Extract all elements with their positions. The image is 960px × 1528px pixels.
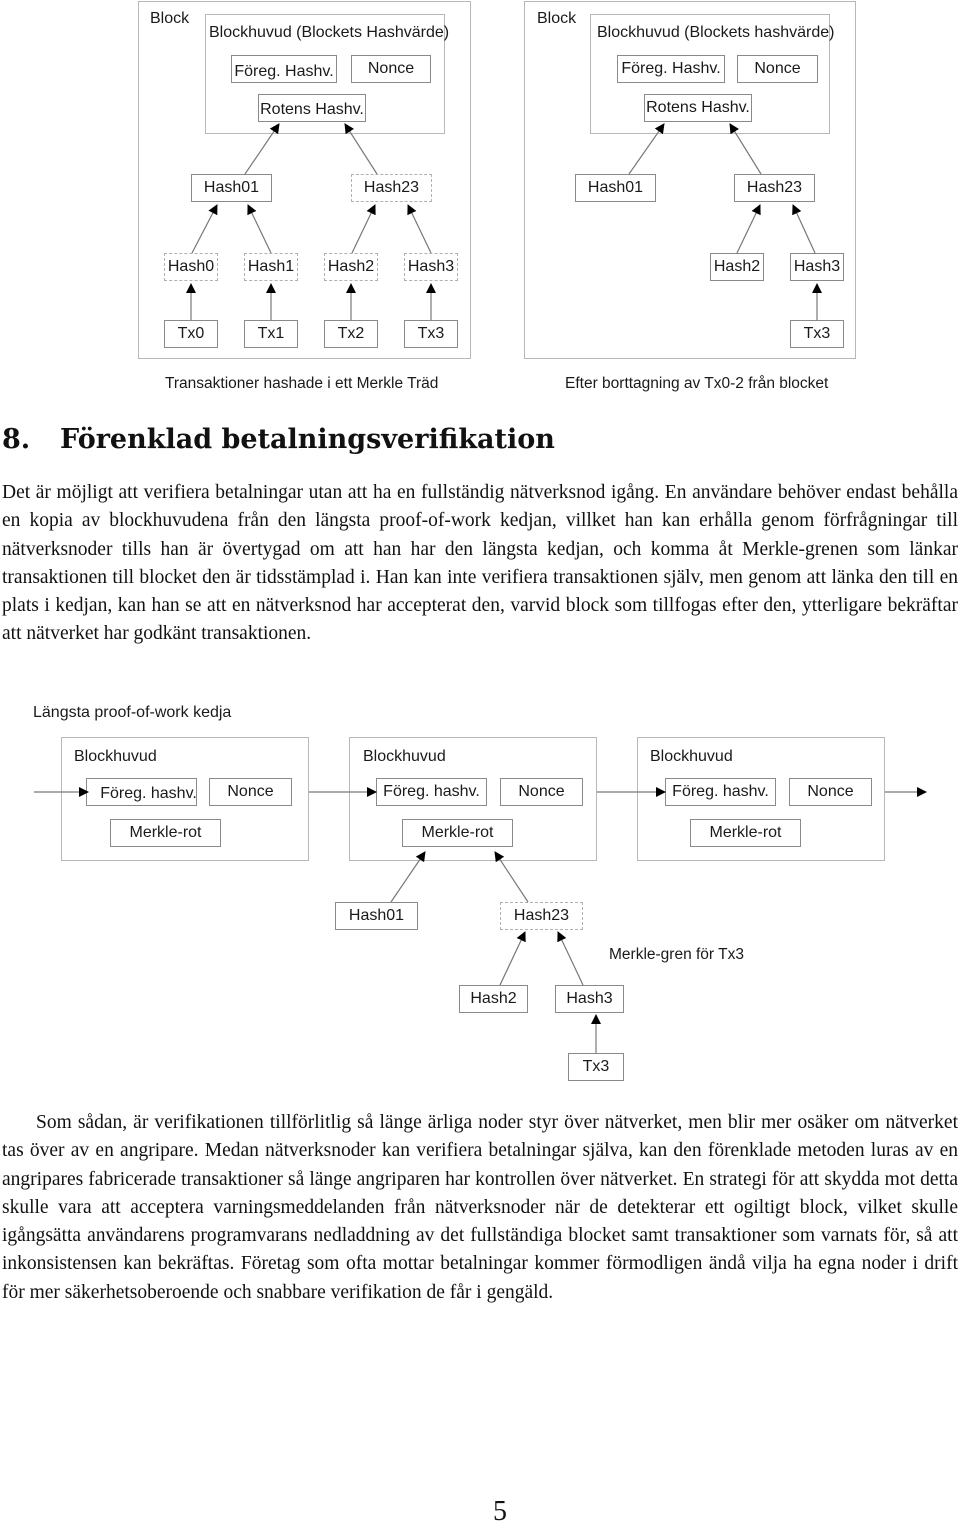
branch-tx3: Tx3 (568, 1053, 624, 1081)
branch-hash3: Hash3 (555, 985, 624, 1013)
block-header-label-right: Blockhuvud (Blockets hashvärde) (597, 24, 835, 41)
tx3-box-left: Tx3 (404, 320, 458, 348)
hash2-box-right: Hash2 (710, 253, 764, 281)
hash3-box-right: Hash3 (790, 253, 844, 281)
hash01-box-left: Hash01 (191, 174, 272, 202)
nonce-box-left: Nonce (351, 55, 431, 83)
paragraph-1: Det är möjligt att verifiera betalningar… (2, 482, 958, 645)
chain-block-1-nonce: Nonce (209, 778, 292, 806)
chain-block-2-header: Blockhuvud (363, 748, 446, 765)
tx3-box-right: Tx3 (790, 320, 844, 348)
branch-hash01: Hash01 (335, 902, 418, 930)
chain-block-2-merkle-root: Merkle-rot (402, 819, 513, 847)
arrow (557, 931, 584, 986)
tx1-box-left: Tx1 (244, 320, 298, 348)
chain-block-1-header: Blockhuvud (74, 748, 157, 765)
branch-hash2: Hash2 (459, 985, 528, 1013)
chain-block-2-nonce: Nonce (500, 778, 583, 806)
hash1-box-left: Hash1 (244, 253, 298, 281)
section-heading: 8. Förenklad betalningsverifikation (2, 424, 555, 455)
chain-block-2-prev-hash: Föreg. hashv. (376, 778, 487, 806)
root-hash-box-left: Rotens Hashv. (258, 94, 366, 122)
hash0-box-left: Hash0 (164, 253, 218, 281)
branch-hash23: Hash23 (500, 902, 583, 930)
root-hash-box-right: Rotens Hashv. (644, 94, 752, 122)
page-number: 5 (493, 1496, 507, 1527)
chain-block-1-merkle-root: Merkle-rot (110, 819, 221, 847)
chain-block-3-nonce: Nonce (789, 778, 872, 806)
prev-hash-box-right: Föreg. Hashv. (617, 55, 725, 83)
hash01-box-right: Hash01 (575, 174, 656, 202)
chain-block-1-prev-hash: Föreg. hashv. (86, 778, 197, 806)
prev-hash-box-left: Föreg. Hashv. (231, 55, 337, 83)
block-header-label-left: Blockhuvud (Blockets Hashvärde) (209, 24, 450, 41)
caption-left: Transaktioner hashade i ett Merkle Träd (165, 375, 439, 392)
chain-block-3-prev-hash: Föreg. hashv. (665, 778, 776, 806)
block-label-left: Block (150, 10, 190, 27)
tx0-box-left: Tx0 (164, 320, 218, 348)
hash2-box-left: Hash2 (324, 253, 378, 281)
section-title: Förenklad betalningsverifikation (60, 424, 555, 455)
branch-label: Merkle-gren för Tx3 (609, 946, 744, 963)
caption-right: Efter borttagning av Tx0-2 från blocket (565, 375, 829, 392)
nonce-box-right: Nonce (737, 55, 818, 83)
paragraph-2: Som sådan, är verifikationen tillförlitl… (2, 1112, 958, 1303)
hash23-box-left: Hash23 (351, 174, 432, 202)
chain-block-3-header: Blockhuvud (650, 748, 733, 765)
section-number: 8. (2, 424, 31, 455)
block-label-right: Block (537, 10, 577, 27)
arrow (499, 931, 526, 986)
tx2-box-left: Tx2 (324, 320, 378, 348)
chain-title: Längsta proof-of-work kedja (33, 704, 232, 721)
hash23-box-right: Hash23 (734, 174, 815, 202)
hash3-box-left: Hash3 (404, 253, 458, 281)
chain-block-3-merkle-root: Merkle-rot (690, 819, 801, 847)
